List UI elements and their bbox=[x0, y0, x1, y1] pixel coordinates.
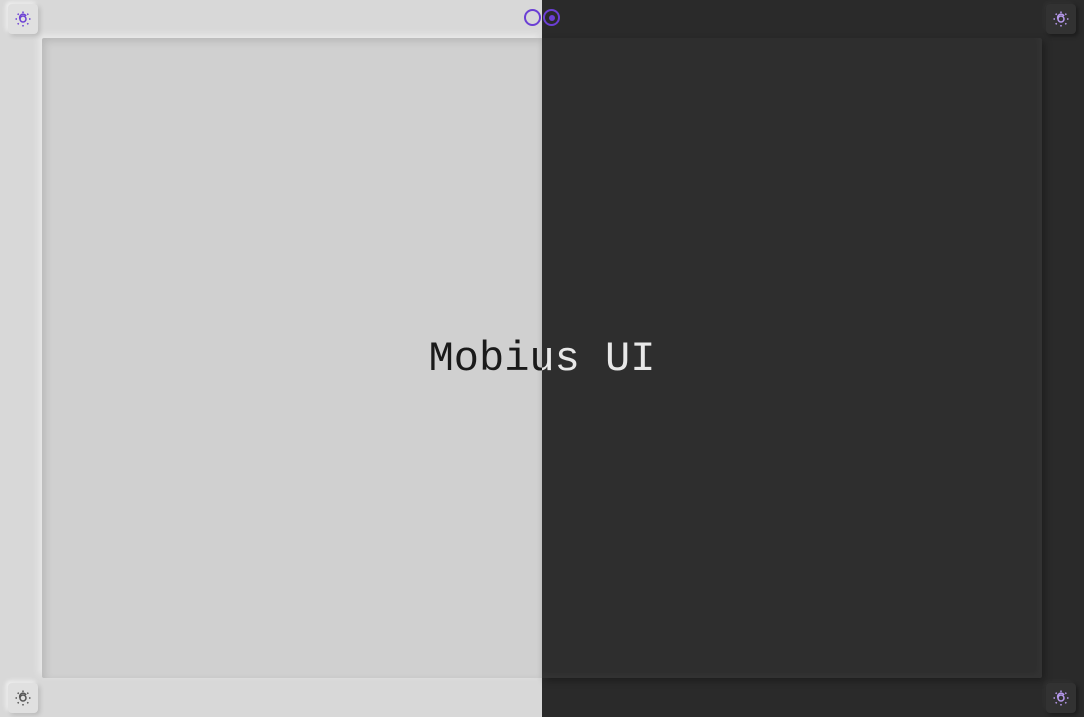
sun-moon-icon bbox=[1052, 10, 1070, 28]
sun-moon-icon bbox=[14, 10, 32, 28]
indicator-light[interactable] bbox=[524, 9, 541, 26]
theme-indicators bbox=[524, 9, 560, 26]
sun-moon-icon bbox=[1052, 689, 1070, 707]
theme-toggle-tr[interactable] bbox=[1046, 4, 1076, 34]
theme-toggle-bl[interactable] bbox=[8, 683, 38, 713]
page-title-wrapper: Mobius UI Mobius UI bbox=[392, 329, 692, 389]
theme-toggle-br[interactable] bbox=[1046, 683, 1076, 713]
indicator-dark[interactable] bbox=[543, 9, 560, 26]
theme-toggle-tl[interactable] bbox=[8, 4, 38, 34]
sun-moon-icon bbox=[14, 689, 32, 707]
